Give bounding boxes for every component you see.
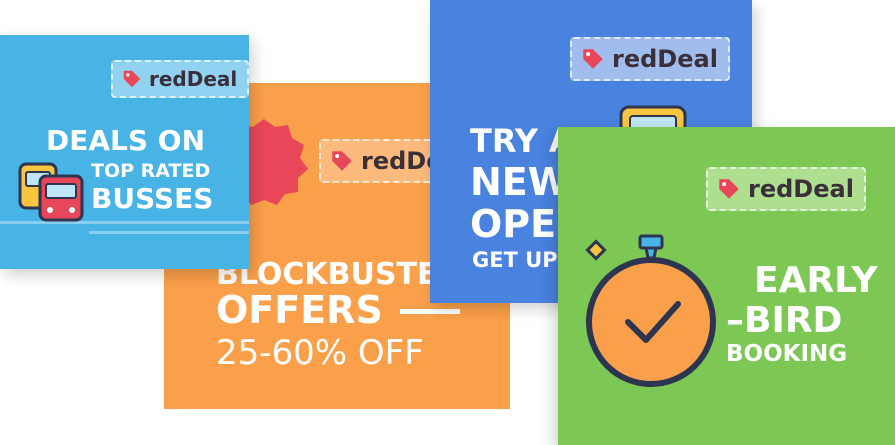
tag-icon bbox=[719, 179, 739, 199]
green-headline-3: BOOKING bbox=[726, 341, 848, 367]
bus-icon bbox=[18, 162, 84, 222]
navy-headline-4: GET UP bbox=[472, 248, 558, 272]
blue-ad-card: redDeal DEALS ON TOP RATED BUSSES bbox=[0, 35, 249, 269]
blue-headline-2: TOP RATED bbox=[91, 160, 211, 182]
logo-text: redDeal bbox=[612, 45, 718, 73]
navy-headline-2: NEW bbox=[470, 160, 570, 204]
navy-headline-3: OPE bbox=[470, 202, 557, 246]
green-headline-2: –BIRD bbox=[726, 300, 843, 341]
reddeal-logo: redDeal bbox=[111, 60, 249, 98]
logo-text: redDeal bbox=[149, 67, 238, 91]
orange-discount: 25-60% OFF bbox=[216, 333, 424, 373]
orange-headline-2: OFFERS bbox=[216, 288, 383, 332]
tag-icon bbox=[583, 49, 603, 69]
green-headline-1: EARLY bbox=[754, 260, 878, 301]
tag-icon bbox=[332, 151, 352, 171]
tag-icon bbox=[123, 70, 141, 88]
blue-headline-1: DEALS ON bbox=[46, 124, 206, 157]
reddeal-logo: redDeal bbox=[570, 37, 730, 81]
blue-headline-3: BUSSES bbox=[91, 182, 214, 215]
logo-text: redDeal bbox=[748, 175, 854, 203]
orange-headline-1: BLOCKBUSTER bbox=[216, 257, 461, 292]
reddeal-logo: redDeal bbox=[706, 167, 866, 211]
green-ad-card: redDeal EARLY –BIRD BOOKING bbox=[558, 127, 895, 445]
dash-divider bbox=[400, 309, 460, 314]
stopwatch-icon bbox=[585, 234, 716, 387]
stripe bbox=[89, 231, 249, 234]
